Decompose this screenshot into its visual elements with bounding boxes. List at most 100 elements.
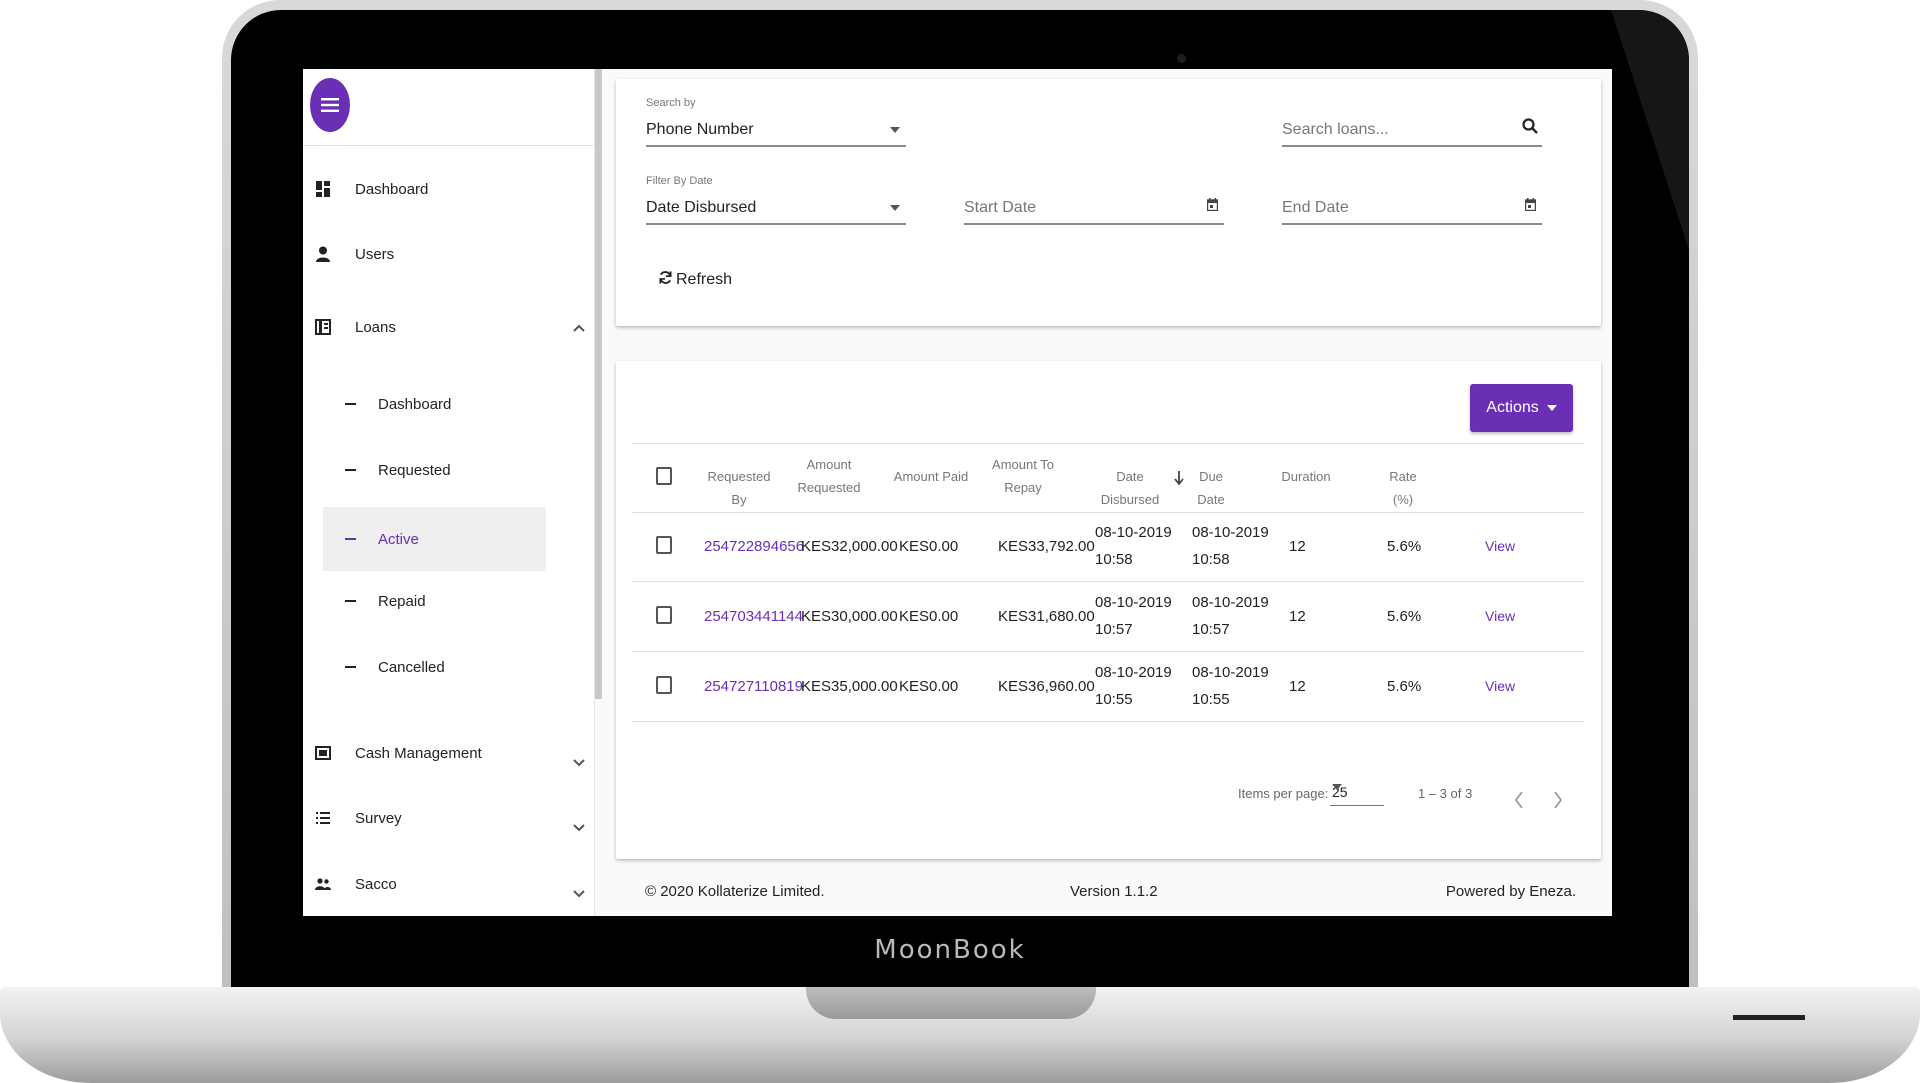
field-underline [964,223,1224,225]
chevron-down-icon[interactable] [573,820,585,835]
view-link[interactable]: View [1485,673,1515,700]
row-checkbox[interactable] [656,676,672,694]
chevron-up-icon[interactable] [573,320,585,335]
footer-copyright: © 2020 Kollaterize Limited. [645,883,825,900]
row-checkbox[interactable] [656,536,672,554]
search-placeholder: Search loans... [1282,121,1389,138]
date-disbursed-date: 08-10-2019 [1095,594,1172,611]
sort-arrow-down-icon[interactable] [1174,471,1184,490]
start-date-input[interactable]: Start Date [964,175,1224,225]
dash-icon [345,403,356,405]
requested-by-link[interactable]: 254727110819 [704,673,803,700]
sidebar-item-users[interactable]: Users [303,234,595,274]
sidebar-item-label: Dashboard [355,180,429,198]
chevron-down-icon[interactable] [573,755,585,770]
requested-by-link[interactable]: 254703441144 [704,603,803,630]
actions-label: Actions [1486,399,1539,416]
search-input[interactable]: Search loans... [1282,97,1542,147]
dashboard-icon [315,181,331,197]
amount-to-repay-cell: KES33,792.00 [998,538,1095,555]
sidebar-subitem-repaid[interactable]: Repaid [323,569,546,633]
requested-by-link[interactable]: 254722894656 [704,533,804,560]
sidebar-subitem-requested[interactable]: Requested [323,438,546,502]
column-header-requested-by[interactable]: Requested By [699,465,779,511]
view-link[interactable]: View [1485,533,1515,560]
rate-cell: 5.6% [1387,678,1422,695]
search-by-select[interactable]: Search by Phone Number [646,97,906,147]
field-underline [646,223,906,225]
items-per-page-select[interactable]: 25 [1330,782,1384,806]
menu-toggle-button[interactable] [310,78,350,132]
rate-cell: 5.6% [1387,538,1422,555]
search-by-value: Phone Number [646,121,754,138]
due-date-date: 08-10-2019 [1192,664,1269,681]
dropdown-arrow-icon [1546,405,1557,411]
sidebar-item-dashboard[interactable]: Dashboard [303,169,595,209]
search-by-label: Search by [646,97,696,109]
column-header-duration[interactable]: Duration [1281,465,1331,488]
column-header-date-disbursed[interactable]: Date Disbursed [1086,465,1174,511]
refresh-icon [658,270,673,290]
duration-cell: 12 [1289,538,1306,555]
column-header-amount-to-repay-line2[interactable]: Repay [988,476,1058,499]
sidebar-divider [303,145,595,146]
column-header-amount-paid[interactable]: Amount Paid [891,465,971,488]
date-disbursed-date: 08-10-2019 [1095,524,1172,541]
amount-to-repay-cell: KES36,960.00 [998,678,1095,695]
view-link[interactable]: View [1485,603,1515,630]
end-date-placeholder: End Date [1282,199,1349,216]
bezel-glare [1611,10,1689,1000]
due-date-time: 10:57 [1192,621,1230,638]
sidebar-item-label: Survey [355,809,402,827]
duration-cell: 12 [1289,678,1306,695]
filter-by-date-select[interactable]: Filter By Date Date Disbursed [646,175,906,225]
next-page-icon[interactable] [1553,785,1563,816]
app-screen: Dashboard Users Loans Dashboard Requeste… [303,69,1612,916]
search-icon[interactable] [1522,118,1538,139]
amount-paid-cell: KES0.00 [899,678,959,695]
sidebar-item-sacco[interactable]: Sacco [303,864,595,904]
select-all-checkbox[interactable] [656,467,672,485]
dropdown-arrow-icon [1332,784,1342,790]
due-date-time: 10:55 [1192,691,1230,708]
column-header-amount-to-repay-line1[interactable]: Amount To [988,453,1058,476]
group-icon [315,876,331,892]
calendar-icon[interactable] [1524,198,1537,216]
amount-to-repay-cell: KES31,680.00 [998,608,1095,625]
sidebar-subitem-label: Requested [378,461,451,479]
sidebar-item-cash-management[interactable]: Cash Management [303,733,595,773]
dropdown-arrow-icon [890,127,900,133]
sidebar-scrollbar[interactable] [595,69,602,699]
amount-paid-cell: KES0.00 [899,608,959,625]
laptop-vent [1733,1015,1805,1020]
actions-button[interactable]: Actions [1470,384,1573,432]
chevron-down-icon[interactable] [573,886,585,901]
dash-icon [345,469,356,471]
column-header-amount-requested-line2[interactable]: Requested [794,476,864,499]
sidebar-subitem-active[interactable]: Active [323,507,546,571]
hamburger-icon [321,98,339,112]
previous-page-icon[interactable] [1514,785,1524,816]
field-underline [1282,223,1542,225]
dash-icon [345,538,356,540]
column-header-amount-requested-line1[interactable]: Amount [794,453,864,476]
end-date-input[interactable]: End Date [1282,175,1542,225]
sidebar-subitem-loans-dashboard[interactable]: Dashboard [323,372,546,436]
sidebar-item-label: Loans [355,318,396,336]
row-checkbox[interactable] [656,606,672,624]
date-disbursed-time: 10:55 [1095,691,1133,708]
laptop-notch [806,987,1096,1019]
pagination-range: 1 – 3 of 3 [1418,786,1473,801]
calendar-icon[interactable] [1206,198,1219,216]
dash-icon [345,600,356,602]
sidebar-subitem-cancelled[interactable]: Cancelled [323,635,546,699]
column-header-due-date[interactable]: Due Date [1186,465,1236,511]
sidebar-item-survey[interactable]: Survey [303,798,595,838]
table-divider [632,512,1584,513]
field-underline [646,145,906,147]
field-underline [1282,145,1542,147]
sidebar-item-loans[interactable]: Loans [303,307,595,347]
column-header-rate[interactable]: Rate (%) [1378,465,1428,511]
refresh-button[interactable]: Refresh [658,267,732,293]
amount-requested-cell: KES30,000.00 [801,608,898,625]
